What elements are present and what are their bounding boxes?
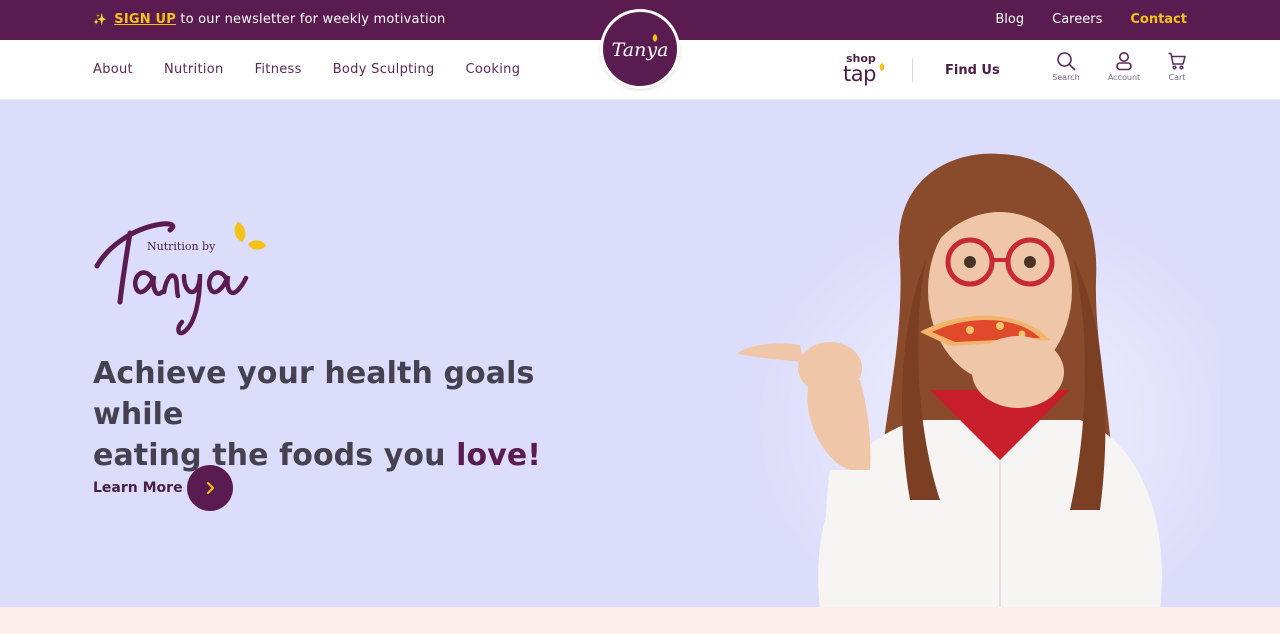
hero-headline: Achieve your health goals while eating t… (93, 353, 613, 476)
account-button[interactable]: Account (1102, 51, 1146, 91)
find-us-link[interactable]: Find Us (945, 63, 1000, 78)
sparkle-icon: ✨ (93, 13, 107, 26)
contact-link[interactable]: Contact (1130, 12, 1187, 27)
hero-brand-logo: Nutrition by (92, 218, 272, 338)
headline-emphasis: love! (456, 438, 542, 473)
search-label: Search (1052, 73, 1080, 82)
careers-link[interactable]: Careers (1052, 12, 1102, 27)
learn-more-arrow-button[interactable] (187, 465, 233, 511)
newsletter-promo: ✨ SIGN UP to our newsletter for weekly m… (93, 12, 445, 27)
headline-line-1: Achieve your health goals while (93, 356, 535, 432)
svg-text:Tanya: Tanya (612, 39, 669, 61)
account-icon (1116, 52, 1132, 71)
nav-divider (912, 58, 913, 82)
promo-text: to our newsletter for weekly motivation (176, 12, 446, 27)
chevron-right-icon (207, 482, 214, 494)
brand-small-text: Nutrition by (147, 240, 216, 253)
next-section-strip (0, 607, 1280, 634)
hero-photo (738, 153, 1220, 607)
search-button[interactable]: Search (1044, 51, 1088, 91)
brand-script-logo (94, 221, 266, 336)
nav-item-body-sculpting[interactable]: Body Sculpting (333, 62, 435, 77)
main-nav: About Nutrition Fitness Body Sculpting C… (93, 62, 520, 77)
account-label: Account (1107, 73, 1141, 82)
nav-item-fitness[interactable]: Fitness (255, 62, 302, 77)
cart-button[interactable]: Cart (1155, 51, 1199, 91)
nav-item-nutrition[interactable]: Nutrition (164, 62, 224, 77)
nav-item-about[interactable]: About (93, 62, 133, 77)
leaf-icon (879, 63, 885, 71)
signup-link[interactable]: SIGN UP (114, 12, 176, 27)
blog-link[interactable]: Blog (995, 12, 1024, 27)
top-links: Blog Careers Contact (995, 12, 1187, 27)
cart-icon (1168, 52, 1186, 70)
shoptap-link[interactable]: shop tap (843, 52, 893, 88)
site-logo[interactable]: Tanya (600, 9, 680, 89)
search-icon (1057, 52, 1076, 71)
nav-item-cooking[interactable]: Cooking (466, 62, 521, 77)
hero-section: Nutrition by Achieve your health goals w… (0, 100, 1280, 607)
learn-more-link[interactable]: Learn More (93, 480, 183, 496)
cart-label: Cart (1168, 73, 1186, 82)
logo-script: Tanya (612, 34, 669, 61)
shoptap-big-label: tap (843, 62, 876, 86)
headline-line-2: eating the foods you (93, 438, 457, 473)
